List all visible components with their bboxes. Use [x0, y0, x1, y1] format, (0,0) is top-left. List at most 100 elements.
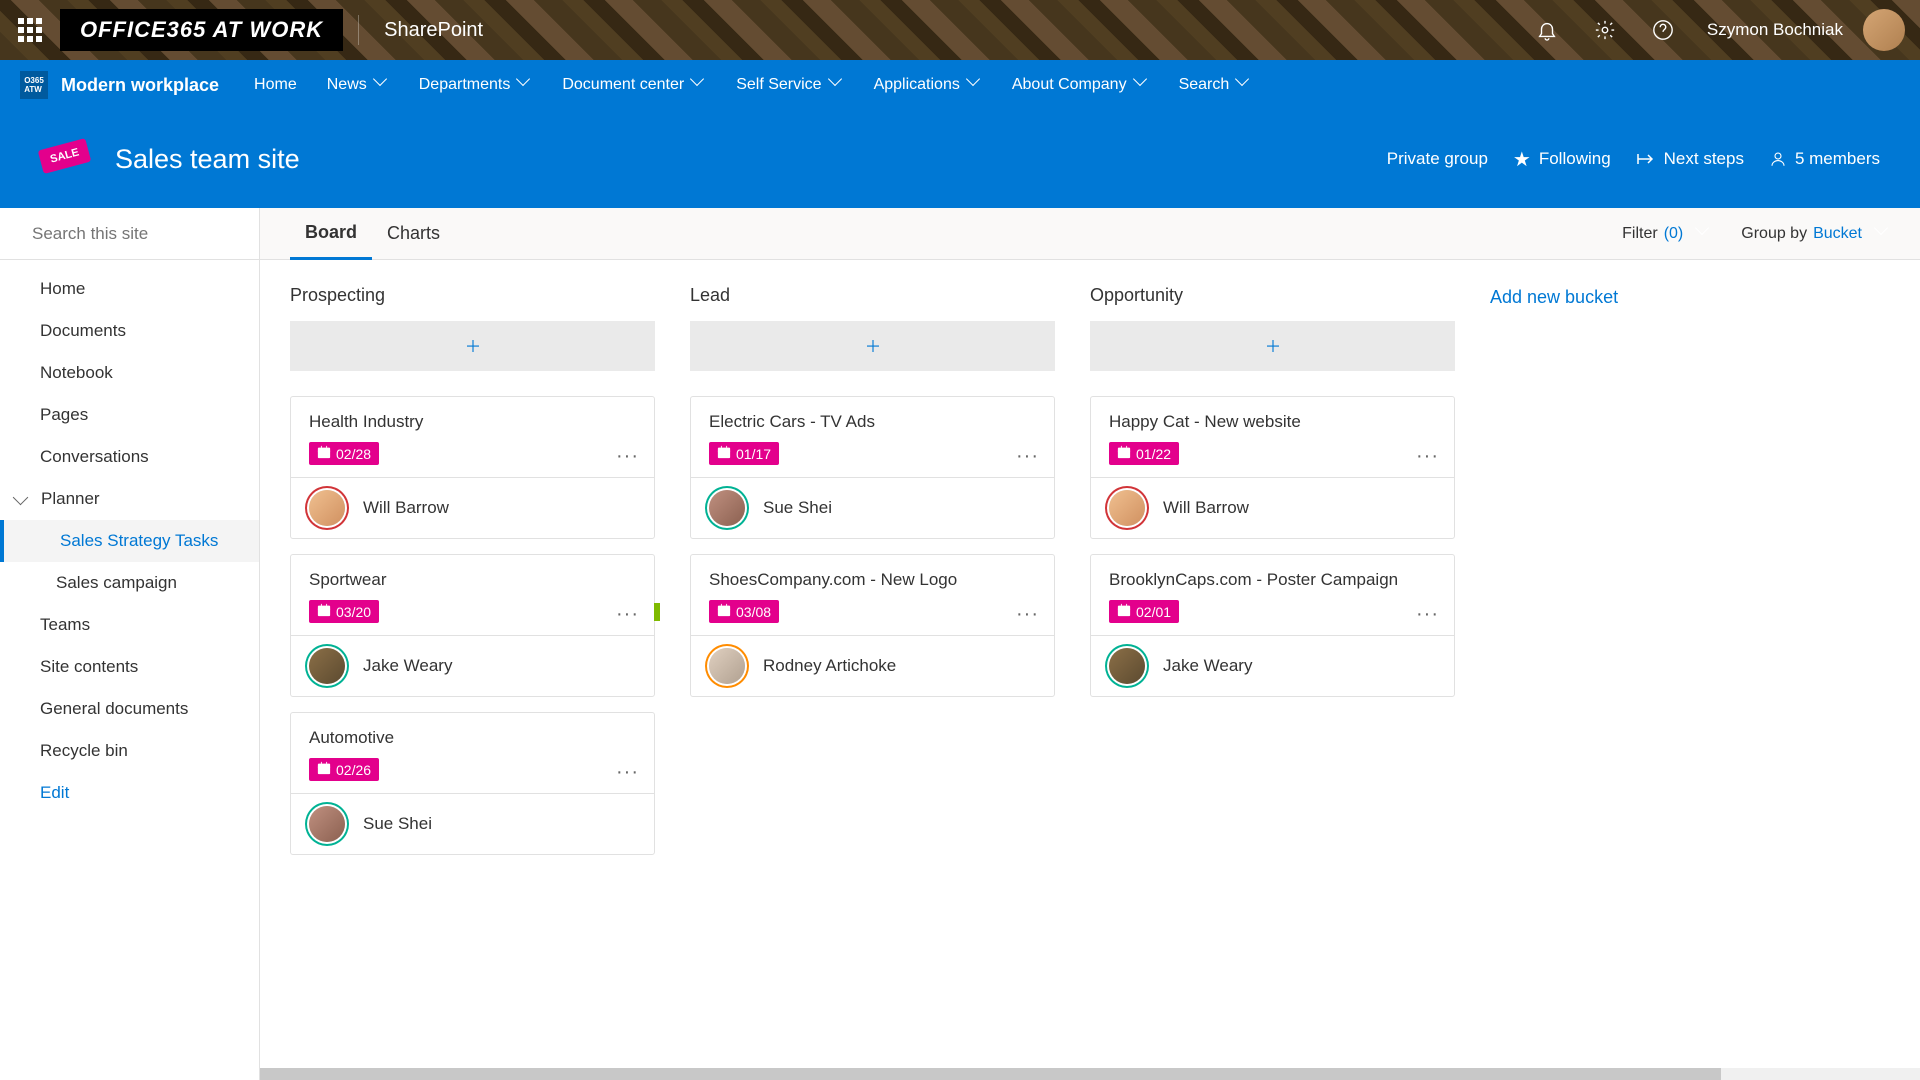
hub-link-departments[interactable]: Departments [404, 60, 548, 110]
task-assignee[interactable]: Will Barrow [1091, 477, 1454, 538]
board: Prospecting Health Industry 02/28 ··· Will B… [260, 260, 1920, 1080]
task-card[interactable]: BrooklynCaps.com - Poster Campaign 02/01 ·… [1090, 554, 1455, 697]
nav-item-home[interactable]: Home [0, 268, 259, 310]
task-menu-button[interactable]: ··· [616, 603, 639, 626]
chevron-down-icon [1237, 78, 1251, 92]
app-name[interactable]: SharePoint [358, 15, 508, 45]
task-menu-button[interactable]: ··· [616, 445, 639, 468]
task-card[interactable]: Electric Cars - TV Ads01/17···Sue Shei [690, 396, 1055, 539]
task-card[interactable]: Sportwear03/20···Jake Weary [290, 554, 655, 697]
task-title: BrooklynCaps.com - Poster Campaign [1109, 570, 1436, 590]
bucket-title[interactable]: Prospecting [290, 285, 655, 306]
bucket-title[interactable]: Opportunity [1090, 285, 1455, 306]
group-by-button[interactable]: Group by Bucket [1741, 225, 1890, 243]
task-assignee[interactable]: Sue Shei [291, 793, 654, 854]
calendar-icon [317, 445, 331, 462]
tab-charts[interactable]: Charts [372, 208, 455, 260]
user-name[interactable]: Szymon Bochniak [1697, 20, 1853, 40]
tab-bar: Board Charts Filter (0) Group by Bucket [260, 208, 1920, 260]
tab-board[interactable]: Board [290, 208, 372, 260]
members-button[interactable]: 5 members [1769, 149, 1880, 169]
calendar-icon [717, 603, 731, 620]
task-card[interactable]: Health Industry 02/28 ··· Will Barrow [290, 396, 655, 539]
task-assignee[interactable]: Jake Weary [291, 635, 654, 696]
hub-link-document-center[interactable]: Document center [547, 60, 721, 110]
notifications-icon[interactable] [1523, 6, 1571, 54]
nav-item-documents[interactable]: Documents [0, 310, 259, 352]
task-assignee[interactable]: Rodney Artichoke [691, 635, 1054, 696]
add-task-button[interactable] [1090, 321, 1455, 371]
site-header: Sales team site Private group ★Following… [0, 110, 1920, 208]
nav-item-planner[interactable]: Planner [0, 478, 259, 520]
following-button[interactable]: ★Following [1513, 147, 1611, 172]
nav-item-edit[interactable]: Edit [0, 772, 259, 814]
chevron-down-icon [1697, 227, 1711, 241]
nav-item-site-contents[interactable]: Site contents [0, 646, 259, 688]
add-bucket-button[interactable]: Add new bucket [1490, 285, 1618, 308]
hub-title[interactable]: Modern workplace [61, 75, 219, 96]
assignee-name: Will Barrow [363, 498, 449, 518]
task-title: Automotive [309, 728, 636, 748]
add-task-button[interactable] [690, 321, 1055, 371]
hub-logo[interactable]: O365ATW [20, 71, 48, 99]
task-menu-button[interactable]: ··· [1416, 603, 1439, 626]
bucket: Opportunity Happy Cat - New website01/22·… [1090, 285, 1455, 712]
task-menu-button[interactable]: ··· [1016, 445, 1039, 468]
nav-item-sales-campaign[interactable]: Sales campaign [0, 562, 259, 604]
site-logo[interactable] [40, 139, 95, 179]
plus-icon [464, 337, 482, 355]
task-title: Health Industry [309, 412, 636, 432]
hub-link-applications[interactable]: Applications [859, 60, 997, 110]
progress-indicator [654, 603, 660, 621]
search-box[interactable] [0, 208, 259, 260]
hub-link-news[interactable]: News [312, 60, 404, 110]
task-due-date: 03/08 [709, 600, 779, 623]
task-title: Electric Cars - TV Ads [709, 412, 1036, 432]
hub-nav: O365ATW Modern workplace HomeNewsDepartm… [0, 60, 1920, 110]
assignee-name: Sue Shei [363, 814, 432, 834]
nav-item-pages[interactable]: Pages [0, 394, 259, 436]
task-menu-button[interactable]: ··· [1416, 445, 1439, 468]
help-icon[interactable] [1639, 6, 1687, 54]
assignee-name: Will Barrow [1163, 498, 1249, 518]
nav-item-notebook[interactable]: Notebook [0, 352, 259, 394]
hub-link-search[interactable]: Search [1164, 60, 1267, 110]
task-card[interactable]: Happy Cat - New website01/22···Will Barr… [1090, 396, 1455, 539]
task-card[interactable]: Automotive02/26···Sue Shei [290, 712, 655, 855]
hub-link-about-company[interactable]: About Company [997, 60, 1164, 110]
nav-item-recycle-bin[interactable]: Recycle bin [0, 730, 259, 772]
nav-item-sales-strategy-tasks[interactable]: Sales Strategy Tasks [0, 520, 259, 562]
search-input[interactable] [32, 224, 253, 244]
task-assignee[interactable]: Jake Weary [1091, 635, 1454, 696]
assignee-avatar [309, 648, 345, 684]
task-due-date: 02/28 [309, 442, 379, 465]
bucket: LeadElectric Cars - TV Ads01/17···Sue Sh… [690, 285, 1055, 712]
next-steps-button[interactable]: Next steps [1636, 149, 1744, 169]
task-menu-button[interactable]: ··· [1016, 603, 1039, 626]
app-launcher-icon[interactable] [0, 0, 60, 60]
assignee-name: Rodney Artichoke [763, 656, 896, 676]
bucket-title[interactable]: Lead [690, 285, 1055, 306]
task-assignee[interactable]: Will Barrow [291, 477, 654, 538]
hub-link-home[interactable]: Home [239, 60, 312, 110]
task-title: Happy Cat - New website [1109, 412, 1436, 432]
task-assignee[interactable]: Sue Shei [691, 477, 1054, 538]
hub-link-self-service[interactable]: Self Service [721, 60, 858, 110]
task-card[interactable]: ShoesCompany.com - New Logo03/08···Rodne… [690, 554, 1055, 697]
task-due-date: 02/01 [1109, 600, 1179, 623]
filter-button[interactable]: Filter (0) [1622, 225, 1711, 243]
next-steps-icon [1636, 151, 1656, 167]
add-task-button[interactable] [290, 321, 655, 371]
calendar-icon [1117, 445, 1131, 462]
user-avatar[interactable] [1863, 9, 1905, 51]
settings-icon[interactable] [1581, 6, 1629, 54]
site-title[interactable]: Sales team site [115, 144, 300, 175]
suite-bar: OFFICE365 AT WORK SharePoint Szymon Boch… [0, 0, 1920, 60]
nav-item-conversations[interactable]: Conversations [0, 436, 259, 478]
calendar-icon [317, 603, 331, 620]
brand-logo: OFFICE365 AT WORK [60, 9, 343, 51]
horizontal-scrollbar[interactable] [260, 1068, 1920, 1080]
task-menu-button[interactable]: ··· [616, 761, 639, 784]
nav-item-teams[interactable]: Teams [0, 604, 259, 646]
nav-item-general-documents[interactable]: General documents [0, 688, 259, 730]
